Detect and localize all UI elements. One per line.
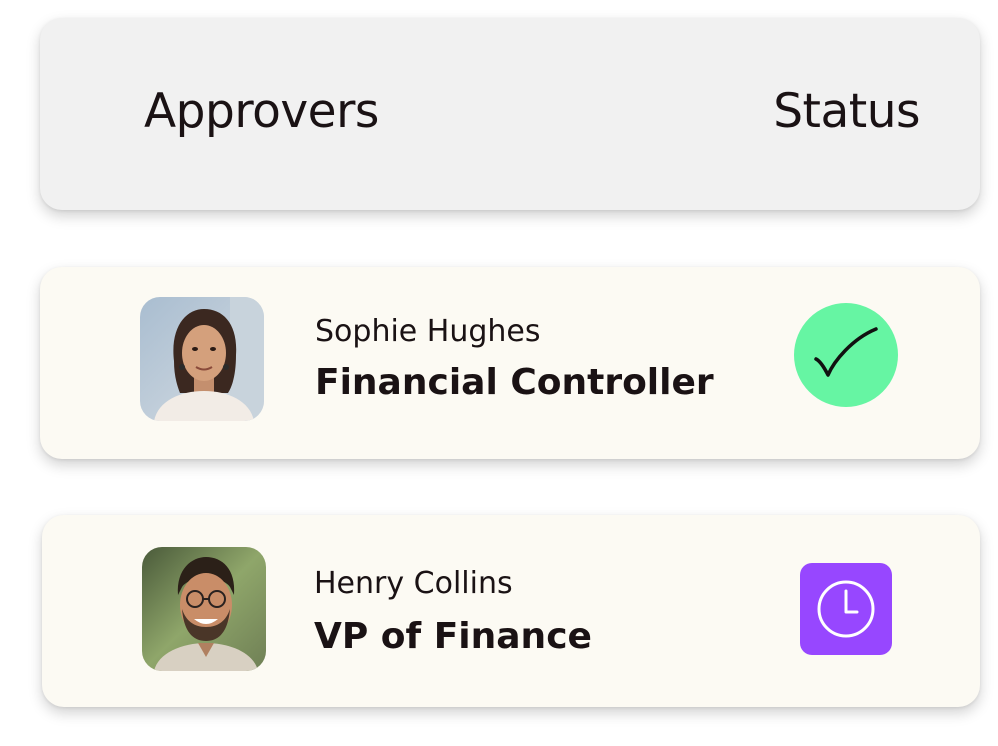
approver-role: Financial Controller bbox=[315, 362, 714, 403]
avatar bbox=[140, 297, 264, 421]
approver-row[interactable]: Henry Collins VP of Finance bbox=[42, 515, 980, 707]
approver-name: Henry Collins bbox=[314, 566, 513, 601]
approvers-table-header: Approvers Status bbox=[40, 18, 980, 210]
status-approved-badge bbox=[794, 303, 898, 407]
avatar bbox=[142, 547, 266, 671]
approver-role: VP of Finance bbox=[314, 616, 592, 657]
approver-row[interactable]: Sophie Hughes Financial Controller bbox=[40, 267, 980, 459]
status-column-header: Status bbox=[773, 84, 920, 139]
approvers-column-header: Approvers bbox=[144, 84, 379, 139]
status-pending-badge bbox=[800, 563, 892, 655]
approver-name: Sophie Hughes bbox=[315, 314, 541, 349]
